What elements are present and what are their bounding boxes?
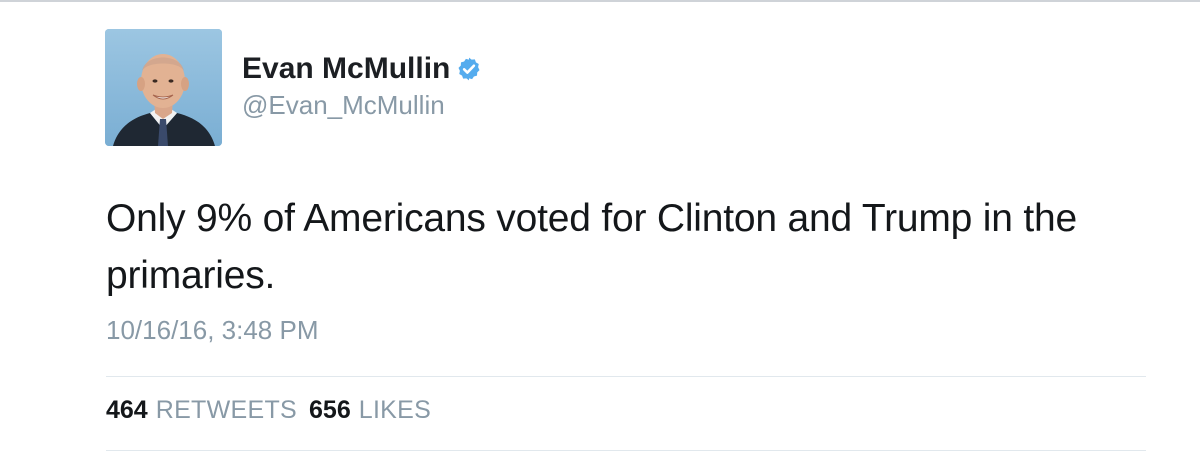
author-display-name[interactable]: Evan McMullin [242,52,450,86]
avatar[interactable] [105,29,222,146]
retweets-label: RETWEETS [155,396,298,424]
author-display-name-row[interactable]: Evan McMullin [242,52,482,86]
retweets-count: 464 [106,396,148,424]
author-handle[interactable]: @Evan_McMullin [242,90,445,121]
likes-label: LIKES [358,396,432,424]
divider-top [106,376,1146,377]
tweet-stats: 464 RETWEETS 656 LIKES [106,396,431,425]
tweet-text: Only 9% of Americans voted for Clinton a… [106,197,1077,297]
top-border [0,0,1200,2]
avatar-photo [105,29,222,146]
retweets-stat[interactable]: 464 RETWEETS [106,396,297,425]
likes-stat[interactable]: 656 LIKES [309,396,431,425]
divider-bottom [106,450,1146,451]
tweet-timestamp[interactable]: 10/16/16, 3:48 PM [106,315,318,346]
verified-badge-icon [458,57,480,81]
likes-count: 656 [309,396,351,424]
